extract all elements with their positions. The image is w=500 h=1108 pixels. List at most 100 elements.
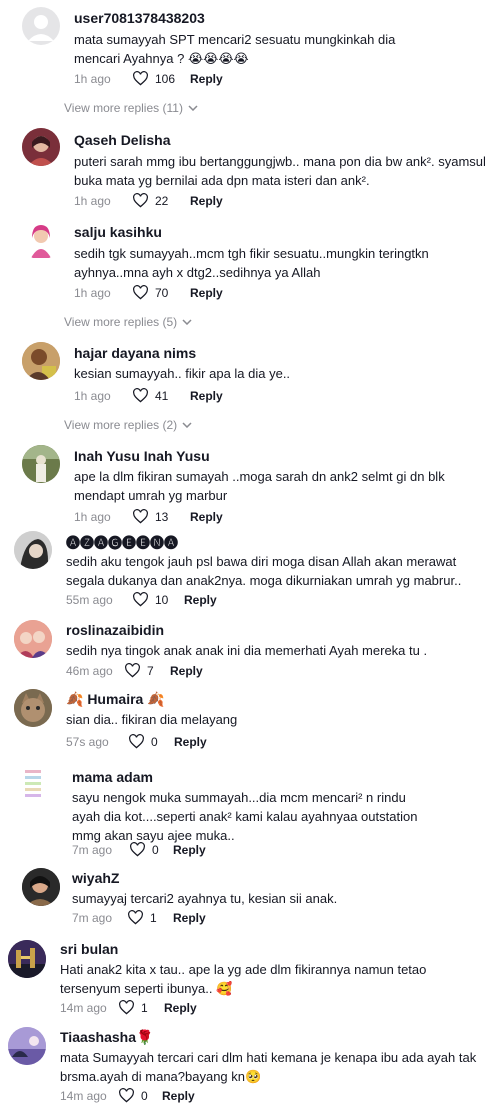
like-count: 0: [151, 734, 158, 749]
heart-icon: [133, 193, 148, 208]
avatar[interactable]: [8, 1027, 46, 1065]
comment-text: Hati anak2 kita x tau.. ape la yg ade dl…: [60, 962, 427, 996]
default-avatar-icon: [28, 15, 54, 41]
comment-username[interactable]: Tiaashasha🌹: [60, 1029, 153, 1046]
heart-icon: [133, 71, 148, 86]
comment-meta: 1h ago 22 Reply: [74, 193, 223, 208]
reply-button[interactable]: Reply: [184, 593, 217, 607]
reply-button[interactable]: Reply: [170, 664, 203, 678]
heart-icon: [130, 842, 145, 857]
like-button[interactable]: 41: [132, 388, 192, 403]
heart-icon: [125, 663, 140, 678]
reply-button[interactable]: Reply: [190, 72, 223, 86]
comment-username[interactable]: user7081378438203: [74, 10, 205, 26]
reply-button[interactable]: Reply: [164, 1001, 197, 1015]
cartoon-avatar-icon: [31, 225, 51, 258]
chevron-down-icon: [182, 422, 192, 428]
like-button[interactable]: 13: [132, 509, 192, 524]
comment-text: mata Sumayyah tercari cari dlm hati kema…: [60, 1050, 477, 1084]
cat-photo-icon: [14, 689, 52, 727]
avatar[interactable]: [8, 940, 46, 978]
heart-icon: [133, 592, 148, 607]
comment-time: 46m ago: [66, 663, 113, 678]
comment-time: 1h ago: [74, 193, 111, 208]
avatar[interactable]: [14, 531, 52, 569]
like-count: 13: [155, 509, 169, 524]
avatar[interactable]: [22, 342, 60, 380]
comment-text: sedih aku tengok jauh psl bawa diri moga…: [66, 554, 462, 588]
comment-meta: 55m ago 10 Reply: [66, 592, 217, 607]
comment-username[interactable]: salju kasihku: [74, 224, 162, 240]
comment-time: 55m ago: [66, 592, 113, 607]
profile-photo-icon: [22, 128, 60, 166]
comment-time: 1h ago: [74, 388, 111, 403]
comment-username[interactable]: wiyahZ: [72, 870, 119, 886]
view-more-replies[interactable]: View more replies (11): [64, 101, 198, 115]
avatar[interactable]: [22, 7, 60, 45]
comment-text: sian dia.. fikiran dia melayang: [66, 712, 238, 727]
comment-username[interactable]: mama adam: [72, 769, 153, 785]
profile-photo-icon: [22, 342, 60, 380]
like-button[interactable]: 22: [132, 193, 192, 208]
comment-text: ape la dlm fikiran sumayah ..moga sarah …: [74, 469, 445, 503]
comment-meta: 14m ago 0 Reply: [60, 1088, 195, 1103]
like-button[interactable]: 106: [132, 71, 192, 86]
avatar[interactable]: [22, 868, 60, 906]
comment-username[interactable]: hajar dayana nims: [74, 345, 196, 361]
view-more-replies[interactable]: View more replies (2): [64, 418, 192, 432]
comment-time: 7m ago: [72, 910, 113, 925]
comment-text: sedih nya tingok anak anak ini dia memer…: [66, 643, 428, 658]
comment-username[interactable]: Inah Yusu Inah Yusu: [74, 448, 210, 464]
comment-meta: 1h ago 13 Reply: [74, 509, 223, 524]
avatar[interactable]: [22, 445, 60, 483]
city-photo-icon: [8, 940, 46, 978]
profile-photo-icon: [14, 531, 52, 569]
chevron-down-icon: [182, 319, 192, 325]
like-button[interactable]: 70: [132, 285, 192, 300]
comment-meta: 57s ago 0 Reply: [66, 734, 207, 749]
reply-button[interactable]: Reply: [190, 389, 223, 403]
reply-button[interactable]: Reply: [173, 843, 206, 857]
like-button[interactable]: 10: [132, 592, 192, 607]
avatar[interactable]: [14, 689, 52, 727]
profile-photo-icon: [14, 766, 52, 804]
comment-time: 14m ago: [60, 1088, 107, 1103]
comment-time: 1h ago: [74, 71, 111, 86]
avatar[interactable]: [22, 128, 60, 166]
profile-photo-icon: [22, 445, 60, 483]
comment-username[interactable]: 🅐🅩🅐🅖🅔🅔🅝🅐: [66, 533, 178, 553]
like-count: 7: [147, 663, 154, 678]
comment-username[interactable]: sri bulan: [60, 941, 118, 957]
view-more-replies-label: View more replies (5): [64, 315, 178, 329]
comment-username[interactable]: 🍂 Humaira 🍂: [66, 691, 165, 708]
comment-text: sedih tgk sumayyah..mcm tgh fikir sesuat…: [74, 246, 429, 280]
comment-meta: 7m ago 1 Reply: [72, 910, 206, 925]
view-more-replies-label: View more replies (11): [64, 101, 183, 115]
avatar[interactable]: [14, 766, 52, 804]
like-count: 1: [150, 910, 157, 925]
chevron-down-icon: [188, 105, 198, 111]
like-count: 106: [155, 71, 176, 86]
reply-button[interactable]: Reply: [174, 735, 207, 749]
heart-icon: [128, 910, 143, 925]
view-more-replies[interactable]: View more replies (5): [64, 315, 192, 329]
comment-text: puteri sarah mmg ibu bertanggungjwb.. ma…: [74, 154, 486, 188]
comment-meta: 7m ago 0 Reply: [72, 842, 206, 857]
reply-button[interactable]: Reply: [162, 1089, 195, 1103]
reply-button[interactable]: Reply: [190, 286, 223, 300]
comment-text: mata sumayyah SPT mencari2 sesuatu mungk…: [74, 32, 396, 66]
reply-button[interactable]: Reply: [173, 911, 206, 925]
like-count: 0: [141, 1088, 148, 1103]
avatar[interactable]: [22, 222, 60, 260]
heart-icon: [129, 734, 144, 749]
comment-text: sayu nengok muka summayah...dia mcm menc…: [72, 790, 418, 843]
like-count: 70: [155, 285, 169, 300]
comment-username[interactable]: Qaseh Delisha: [74, 132, 171, 148]
comment-time: 1h ago: [74, 509, 111, 524]
avatar[interactable]: [14, 620, 52, 658]
reply-button[interactable]: Reply: [190, 194, 223, 208]
comment-meta: 1h ago 70 Reply: [74, 285, 223, 300]
reply-button[interactable]: Reply: [190, 510, 223, 524]
comment-meta: 46m ago 7 Reply: [66, 663, 203, 678]
comment-username[interactable]: roslinazaibidin: [66, 622, 164, 638]
